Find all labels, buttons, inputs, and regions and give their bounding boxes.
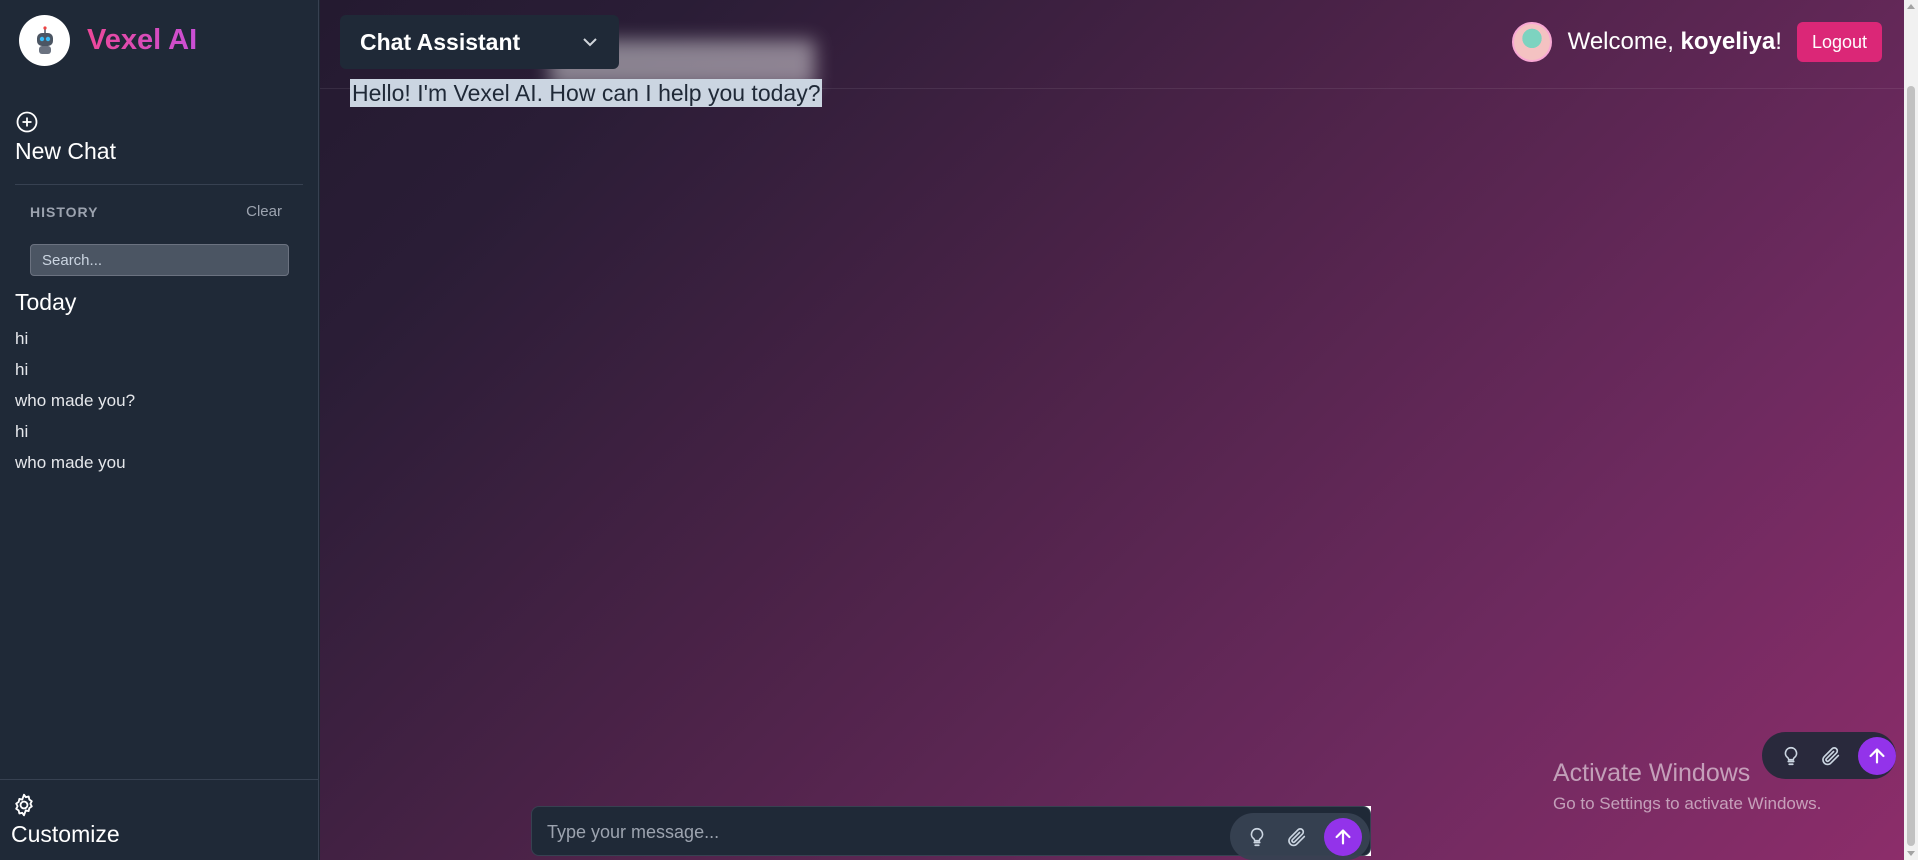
- logout-button[interactable]: Logout: [1796, 22, 1882, 62]
- paperclip-icon[interactable]: [1284, 824, 1310, 850]
- history-title: HISTORY: [30, 203, 99, 220]
- user-area: Welcome, koyeliya! Logout: [1511, 22, 1882, 62]
- scroll-down-arrow-icon[interactable]: [1907, 851, 1915, 856]
- scroll-up-arrow-icon[interactable]: [1907, 4, 1915, 9]
- new-chat-button[interactable]: New Chat: [15, 110, 116, 165]
- brand-name: Vexel AI: [87, 24, 198, 56]
- history-header: HISTORY Clear: [30, 203, 282, 220]
- customize-button[interactable]: Customize: [11, 792, 120, 848]
- arrow-up-icon: [1869, 747, 1885, 764]
- history-search-input[interactable]: [30, 244, 289, 276]
- history-item[interactable]: hi: [15, 358, 135, 389]
- new-chat-label: New Chat: [15, 138, 116, 164]
- gear-icon: [15, 793, 33, 817]
- assistant-message: Hello! I'm Vexel AI. How can I help you …: [350, 79, 823, 107]
- customize-label: Customize: [11, 821, 120, 847]
- model-select-value: Chat Assistant: [360, 28, 521, 55]
- send-button[interactable]: [1858, 736, 1896, 775]
- history-item[interactable]: hi: [15, 420, 135, 451]
- history-group-title: Today: [15, 289, 77, 315]
- send-message-button[interactable]: [1324, 817, 1362, 856]
- history-item[interactable]: hi: [15, 327, 135, 358]
- welcome-suffix: !: [1775, 28, 1782, 55]
- history-list: hi hi who made you? hi who made you: [15, 327, 135, 482]
- watermark-subtitle: Go to Settings to activate Windows.: [1553, 794, 1822, 813]
- sidebar: Vexel AI New Chat HISTORY Clear Today hi…: [0, 0, 319, 860]
- input-toolbar: [1230, 813, 1370, 860]
- chevron-down-icon: [583, 38, 597, 47]
- scroll-thumb[interactable]: [1907, 86, 1915, 846]
- watermark-title: Activate Windows: [1553, 759, 1751, 787]
- lightbulb-icon[interactable]: [1244, 824, 1270, 850]
- brand[interactable]: Vexel AI: [19, 15, 197, 66]
- plus-circle-icon: [16, 111, 38, 133]
- avatar[interactable]: [1511, 22, 1552, 62]
- welcome-prefix: Welcome,: [1567, 28, 1681, 55]
- username: koyeliya: [1680, 28, 1776, 55]
- chat-area: Chat Assistant Welcome, koyeliya! Logout…: [320, 0, 1904, 860]
- message-input[interactable]: [547, 818, 1227, 846]
- history-item[interactable]: who made you: [15, 451, 135, 482]
- welcome-message: Welcome, koyeliya!: [1568, 28, 1782, 56]
- robot-icon: [19, 15, 70, 66]
- sidebar-divider: [15, 184, 303, 185]
- sidebar-bottom-divider: [0, 779, 319, 780]
- model-select[interactable]: Chat Assistant: [340, 15, 619, 69]
- paperclip-icon[interactable]: [1818, 743, 1844, 769]
- arrow-up-icon: [1335, 828, 1351, 845]
- windows-activation-watermark: Activate Windows Go to Settings to activ…: [1553, 759, 1821, 814]
- page-scrollbar[interactable]: [1904, 0, 1918, 860]
- history-item[interactable]: who made you?: [15, 389, 135, 420]
- clear-history-button[interactable]: Clear: [246, 203, 282, 220]
